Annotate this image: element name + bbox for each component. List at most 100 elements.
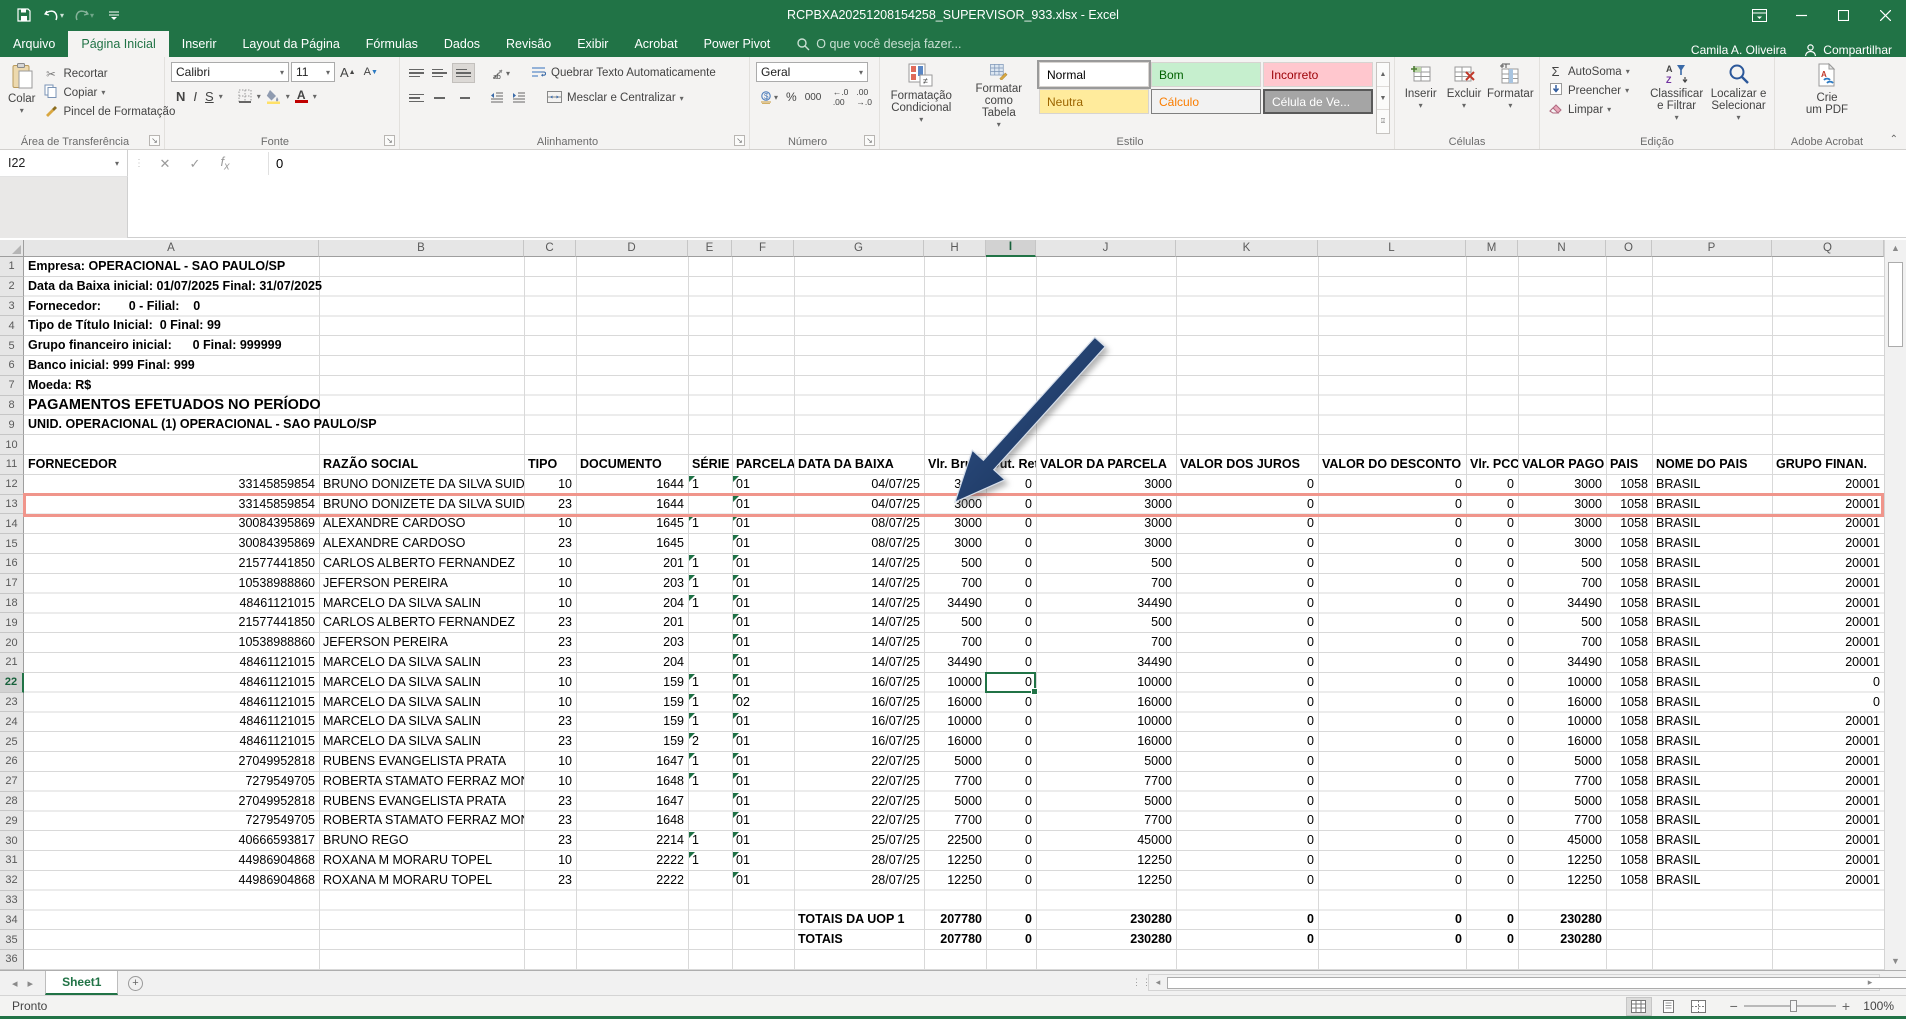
cell-G17[interactable]: 14/07/25 [794, 574, 924, 594]
cell-N21[interactable]: 34490 [1518, 653, 1606, 673]
cell-B26[interactable]: RUBENS EVANGELISTA PRATA [319, 752, 524, 772]
gallery-down-icon[interactable]: ▼ [1377, 87, 1389, 111]
cell-L25[interactable]: 0 [1318, 732, 1466, 752]
cell-J31[interactable]: 12250 [1036, 851, 1176, 871]
cell-Q19[interactable]: 20001 [1772, 613, 1884, 633]
cell-I27[interactable]: 0 [986, 772, 1036, 792]
row-header-4[interactable]: 4 [0, 316, 24, 336]
cell-K25[interactable]: 0 [1176, 732, 1318, 752]
cell-F21[interactable]: 01 [732, 653, 794, 673]
zoom-slider-handle[interactable] [1790, 1000, 1797, 1012]
cell-N28[interactable]: 5000 [1518, 792, 1606, 812]
merge-center-button[interactable]: Mesclar e Centralizar▾ [543, 89, 687, 108]
active-cell-selection[interactable] [985, 672, 1036, 693]
cell-A15[interactable]: 30084395869 [24, 534, 319, 554]
row-header-17[interactable]: 17 [0, 574, 24, 594]
cell-L19[interactable]: 0 [1318, 613, 1466, 633]
tab-layout-da-página[interactable]: Layout da Página [229, 31, 352, 57]
cell-C16[interactable]: 10 [524, 554, 576, 574]
cell-N29[interactable]: 7700 [1518, 811, 1606, 831]
decrease-indent-button[interactable] [487, 88, 507, 108]
cell-Q20[interactable]: 20001 [1772, 633, 1884, 653]
row-header-21[interactable]: 21 [0, 653, 24, 673]
cell-L18[interactable]: 0 [1318, 594, 1466, 614]
accounting-format-button[interactable]: $▾ [756, 87, 781, 107]
cell-N25[interactable]: 16000 [1518, 732, 1606, 752]
cell-A25[interactable]: 48461121015 [24, 732, 319, 752]
row-header-5[interactable]: 5 [0, 336, 24, 356]
cell-K26[interactable]: 0 [1176, 752, 1318, 772]
cell-J17[interactable]: 700 [1036, 574, 1176, 594]
column-header-G[interactable]: G [794, 240, 924, 257]
column-header-B[interactable]: B [319, 240, 524, 257]
cell-P16[interactable]: BRASIL [1652, 554, 1772, 574]
cell-C24[interactable]: 23 [524, 712, 576, 732]
cell-P29[interactable]: BRASIL [1652, 811, 1772, 831]
cell-J18[interactable]: 34490 [1036, 594, 1176, 614]
cell-H17[interactable]: 700 [924, 574, 986, 594]
cell-M22[interactable]: 0 [1466, 673, 1518, 693]
cell-style-neutra[interactable]: Neutra [1039, 89, 1149, 114]
cell-A28[interactable]: 27049952818 [24, 792, 319, 812]
cell-N22[interactable]: 10000 [1518, 673, 1606, 693]
cell-Q31[interactable]: 20001 [1772, 851, 1884, 871]
row-header-30[interactable]: 30 [0, 831, 24, 851]
cell-L11[interactable]: VALOR DO DESCONTO [1318, 455, 1466, 475]
column-header-A[interactable]: A [24, 240, 319, 257]
cell-P15[interactable]: BRASIL [1652, 534, 1772, 554]
cell-D11[interactable]: DOCUMENTO [576, 455, 688, 475]
formula-bar-handle[interactable]: ⋮ [128, 158, 150, 169]
cell-K23[interactable]: 0 [1176, 693, 1318, 713]
cell-H32[interactable]: 12250 [924, 871, 986, 891]
cell-H20[interactable]: 700 [924, 633, 986, 653]
cell-L27[interactable]: 0 [1318, 772, 1466, 792]
user-name[interactable]: Camila A. Oliveira [1691, 43, 1786, 57]
cell-H28[interactable]: 5000 [924, 792, 986, 812]
cell-O16[interactable]: 1058 [1606, 554, 1652, 574]
cell-D25[interactable]: 159 [576, 732, 688, 752]
cell-H27[interactable]: 7700 [924, 772, 986, 792]
font-color-button[interactable]: A [292, 86, 311, 106]
cell-A24[interactable]: 48461121015 [24, 712, 319, 732]
cell-P28[interactable]: BRASIL [1652, 792, 1772, 812]
cell-F11[interactable]: PARCELA [732, 455, 794, 475]
cell-A4[interactable]: Tipo de Título Inicial: 0 Final: 99 [24, 316, 225, 336]
cell-L31[interactable]: 0 [1318, 851, 1466, 871]
cell-A11[interactable]: FORNECEDOR [24, 455, 319, 475]
cell-I25[interactable]: 0 [986, 732, 1036, 752]
cell-K16[interactable]: 0 [1176, 554, 1318, 574]
cell-P26[interactable]: BRASIL [1652, 752, 1772, 772]
name-box[interactable]: I22▾ [0, 150, 128, 177]
bold-button[interactable]: N [173, 86, 188, 106]
cell-M34[interactable]: 0 [1466, 910, 1518, 930]
cell-O30[interactable]: 1058 [1606, 831, 1652, 851]
cell-J27[interactable]: 7700 [1036, 772, 1176, 792]
normal-view-button[interactable] [1626, 997, 1652, 1016]
cell-C25[interactable]: 23 [524, 732, 576, 752]
cell-P30[interactable]: BRASIL [1652, 831, 1772, 851]
row-header-14[interactable]: 14 [0, 514, 24, 534]
cell-O21[interactable]: 1058 [1606, 653, 1652, 673]
cell-J34[interactable]: 230280 [1036, 910, 1176, 930]
cell-I16[interactable]: 0 [986, 554, 1036, 574]
cell-K18[interactable]: 0 [1176, 594, 1318, 614]
cell-M24[interactable]: 0 [1466, 712, 1518, 732]
row-header-24[interactable]: 24 [0, 712, 24, 732]
undo-dropdown[interactable]: ▾ [60, 11, 64, 20]
tab-acrobat[interactable]: Acrobat [621, 31, 690, 57]
cell-N16[interactable]: 500 [1518, 554, 1606, 574]
font-family-combo[interactable]: Calibri▾ [171, 62, 289, 82]
cell-K34[interactable]: 0 [1176, 910, 1318, 930]
cell-M21[interactable]: 0 [1466, 653, 1518, 673]
cell-N26[interactable]: 5000 [1518, 752, 1606, 772]
cell-K20[interactable]: 0 [1176, 633, 1318, 653]
zoom-slider[interactable] [1744, 1005, 1836, 1007]
cell-G20[interactable]: 14/07/25 [794, 633, 924, 653]
cell-A21[interactable]: 48461121015 [24, 653, 319, 673]
format-as-table-button[interactable]: Formatar como Tabela ▾ [959, 60, 1039, 134]
sort-filter-button[interactable]: AZ Classificar e Filtrar ▾ [1646, 60, 1707, 134]
cell-J32[interactable]: 12250 [1036, 871, 1176, 891]
cell-F31[interactable]: 01 [732, 851, 794, 871]
cell-M27[interactable]: 0 [1466, 772, 1518, 792]
delete-cells-button[interactable]: Excluir▾ [1442, 60, 1485, 134]
